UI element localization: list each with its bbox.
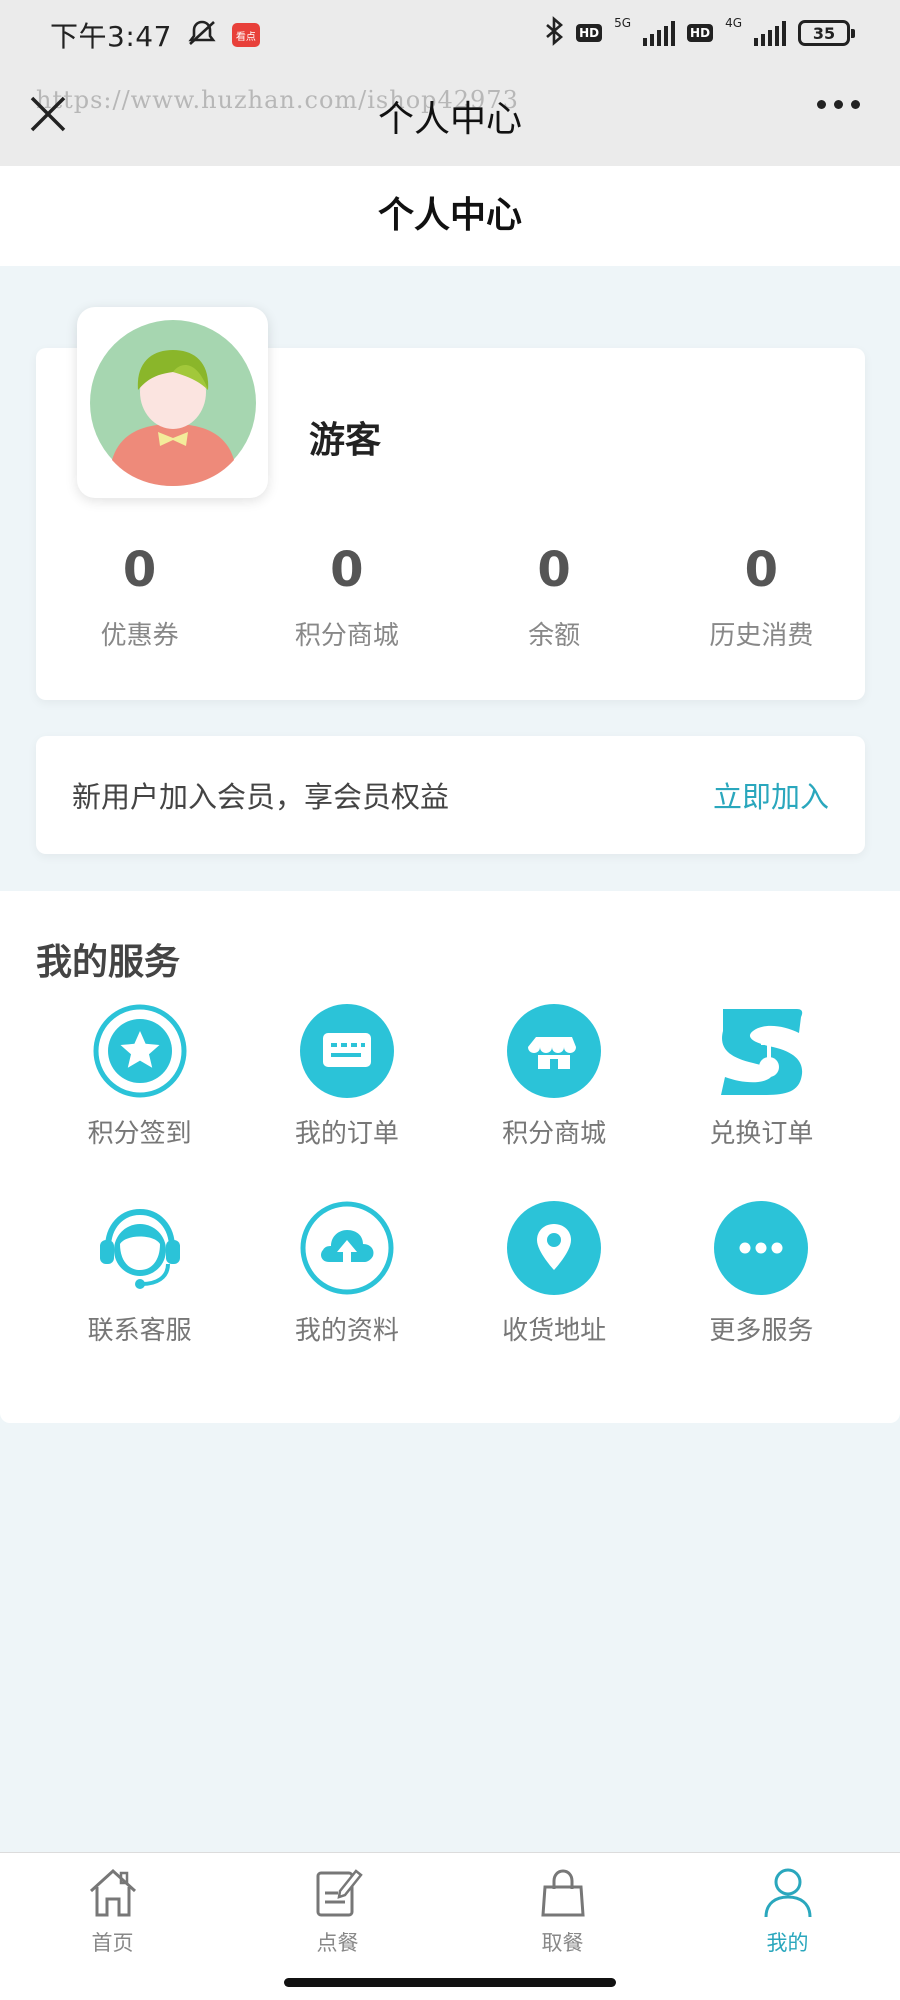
hd-badge: HD xyxy=(576,24,603,42)
tab-label: 取餐 xyxy=(541,1931,584,1955)
page-title: 个人中心 xyxy=(377,195,522,236)
app-badge-icon: 看点 xyxy=(231,23,260,47)
signal-icon xyxy=(643,20,676,46)
more-menu-icon[interactable] xyxy=(817,100,860,109)
service-points-mall[interactable]: 积分商城 xyxy=(451,1003,658,1150)
stats-row: 0 优惠券 0 积分商城 0 余额 0 历史消费 xyxy=(36,535,865,652)
service-label: 兑换订单 xyxy=(709,1119,814,1149)
service-address[interactable]: 收货地址 xyxy=(451,1200,658,1347)
service-customer-support[interactable]: 联系客服 xyxy=(36,1200,243,1347)
join-member-button[interactable]: 立即加入 xyxy=(713,774,829,816)
service-label: 收货地址 xyxy=(502,1316,607,1346)
stat-balance[interactable]: 0 余额 xyxy=(451,535,658,652)
star-icon xyxy=(92,1003,188,1099)
location-icon xyxy=(506,1200,602,1296)
tab-label: 首页 xyxy=(91,1931,134,1955)
more-icon xyxy=(713,1200,809,1296)
tab-order-food[interactable]: 点餐 xyxy=(225,1853,450,1964)
services-section: 我的服务 积分签到 我的订单 积分商城 兑换订单 联系客服 我的资料 收货地址 … xyxy=(0,891,900,1423)
service-orders[interactable]: 我的订单 xyxy=(243,1003,450,1150)
network-4g: 4G xyxy=(725,16,742,30)
service-more[interactable]: 更多服务 xyxy=(658,1200,865,1347)
nav-title: 个人中心 xyxy=(377,99,522,140)
member-text: 新用户加入会员，享会员权益 xyxy=(72,780,450,814)
tab-home[interactable]: 首页 xyxy=(0,1853,225,1964)
username: 游客 xyxy=(309,420,382,461)
stat-history[interactable]: 0 历史消费 xyxy=(658,535,865,652)
signal-icon-2 xyxy=(754,20,786,46)
status-time: 下午3:47 xyxy=(50,20,172,53)
bag-icon xyxy=(535,1867,591,1923)
stat-label: 历史消费 xyxy=(709,621,814,651)
home-icon xyxy=(85,1867,141,1923)
tab-bar: 首页 点餐 取餐 我的 xyxy=(0,1852,900,1964)
bluetooth-icon xyxy=(544,16,564,50)
service-label: 积分商城 xyxy=(502,1119,607,1149)
service-exchange-orders[interactable]: 兑换订单 xyxy=(658,1003,865,1150)
nav-bar: https://www.huzhan.com/ishop42973 个人中心 xyxy=(0,70,900,166)
stat-coupons[interactable]: 0 优惠券 xyxy=(36,535,243,652)
order-icon xyxy=(299,1003,395,1099)
service-label: 联系客服 xyxy=(87,1316,192,1346)
hd-badge-2: HD xyxy=(687,24,714,42)
service-label: 积分签到 xyxy=(87,1119,192,1149)
avatar[interactable] xyxy=(77,307,268,498)
service-label: 我的资料 xyxy=(294,1316,399,1346)
shop-icon xyxy=(506,1003,602,1099)
stat-label: 积分商城 xyxy=(294,621,399,651)
tab-label: 点餐 xyxy=(316,1931,359,1955)
services-title: 我的服务 xyxy=(36,942,181,983)
avatar-icon xyxy=(89,319,256,486)
stat-value: 0 xyxy=(744,542,779,598)
service-label: 更多服务 xyxy=(709,1316,814,1346)
home-indicator[interactable] xyxy=(284,1978,616,1987)
status-bar: 下午3:47 看点 HD 5G HD 4G 35 xyxy=(0,0,900,70)
stat-value: 0 xyxy=(122,542,157,598)
tab-pickup[interactable]: 取餐 xyxy=(450,1853,675,1964)
page-header: 个人中心 xyxy=(0,166,900,266)
services-grid: 积分签到 我的订单 积分商城 兑换订单 联系客服 我的资料 收货地址 更多服务 xyxy=(36,1003,865,1347)
exchange-icon xyxy=(713,1003,809,1099)
battery-icon: 35 xyxy=(798,20,855,46)
tab-label: 我的 xyxy=(766,1931,809,1955)
network-5g: 5G xyxy=(614,16,632,30)
tab-mine[interactable]: 我的 xyxy=(675,1853,900,1964)
cloud-upload-icon xyxy=(299,1200,395,1296)
stat-value: 0 xyxy=(537,542,571,598)
stat-value: 0 xyxy=(330,542,364,598)
stat-points-mall[interactable]: 0 积分商城 xyxy=(243,535,450,652)
service-checkin[interactable]: 积分签到 xyxy=(36,1003,243,1150)
order-food-icon xyxy=(310,1867,366,1923)
member-banner: 新用户加入会员，享会员权益 立即加入 xyxy=(36,736,865,854)
headset-icon xyxy=(92,1200,188,1296)
stat-label: 优惠券 xyxy=(100,621,179,651)
battery-level: 35 xyxy=(812,23,836,43)
service-my-profile[interactable]: 我的资料 xyxy=(243,1200,450,1347)
service-label: 我的订单 xyxy=(294,1119,399,1149)
user-icon xyxy=(760,1867,816,1923)
stat-label: 余额 xyxy=(528,621,581,651)
mute-icon xyxy=(186,19,218,51)
